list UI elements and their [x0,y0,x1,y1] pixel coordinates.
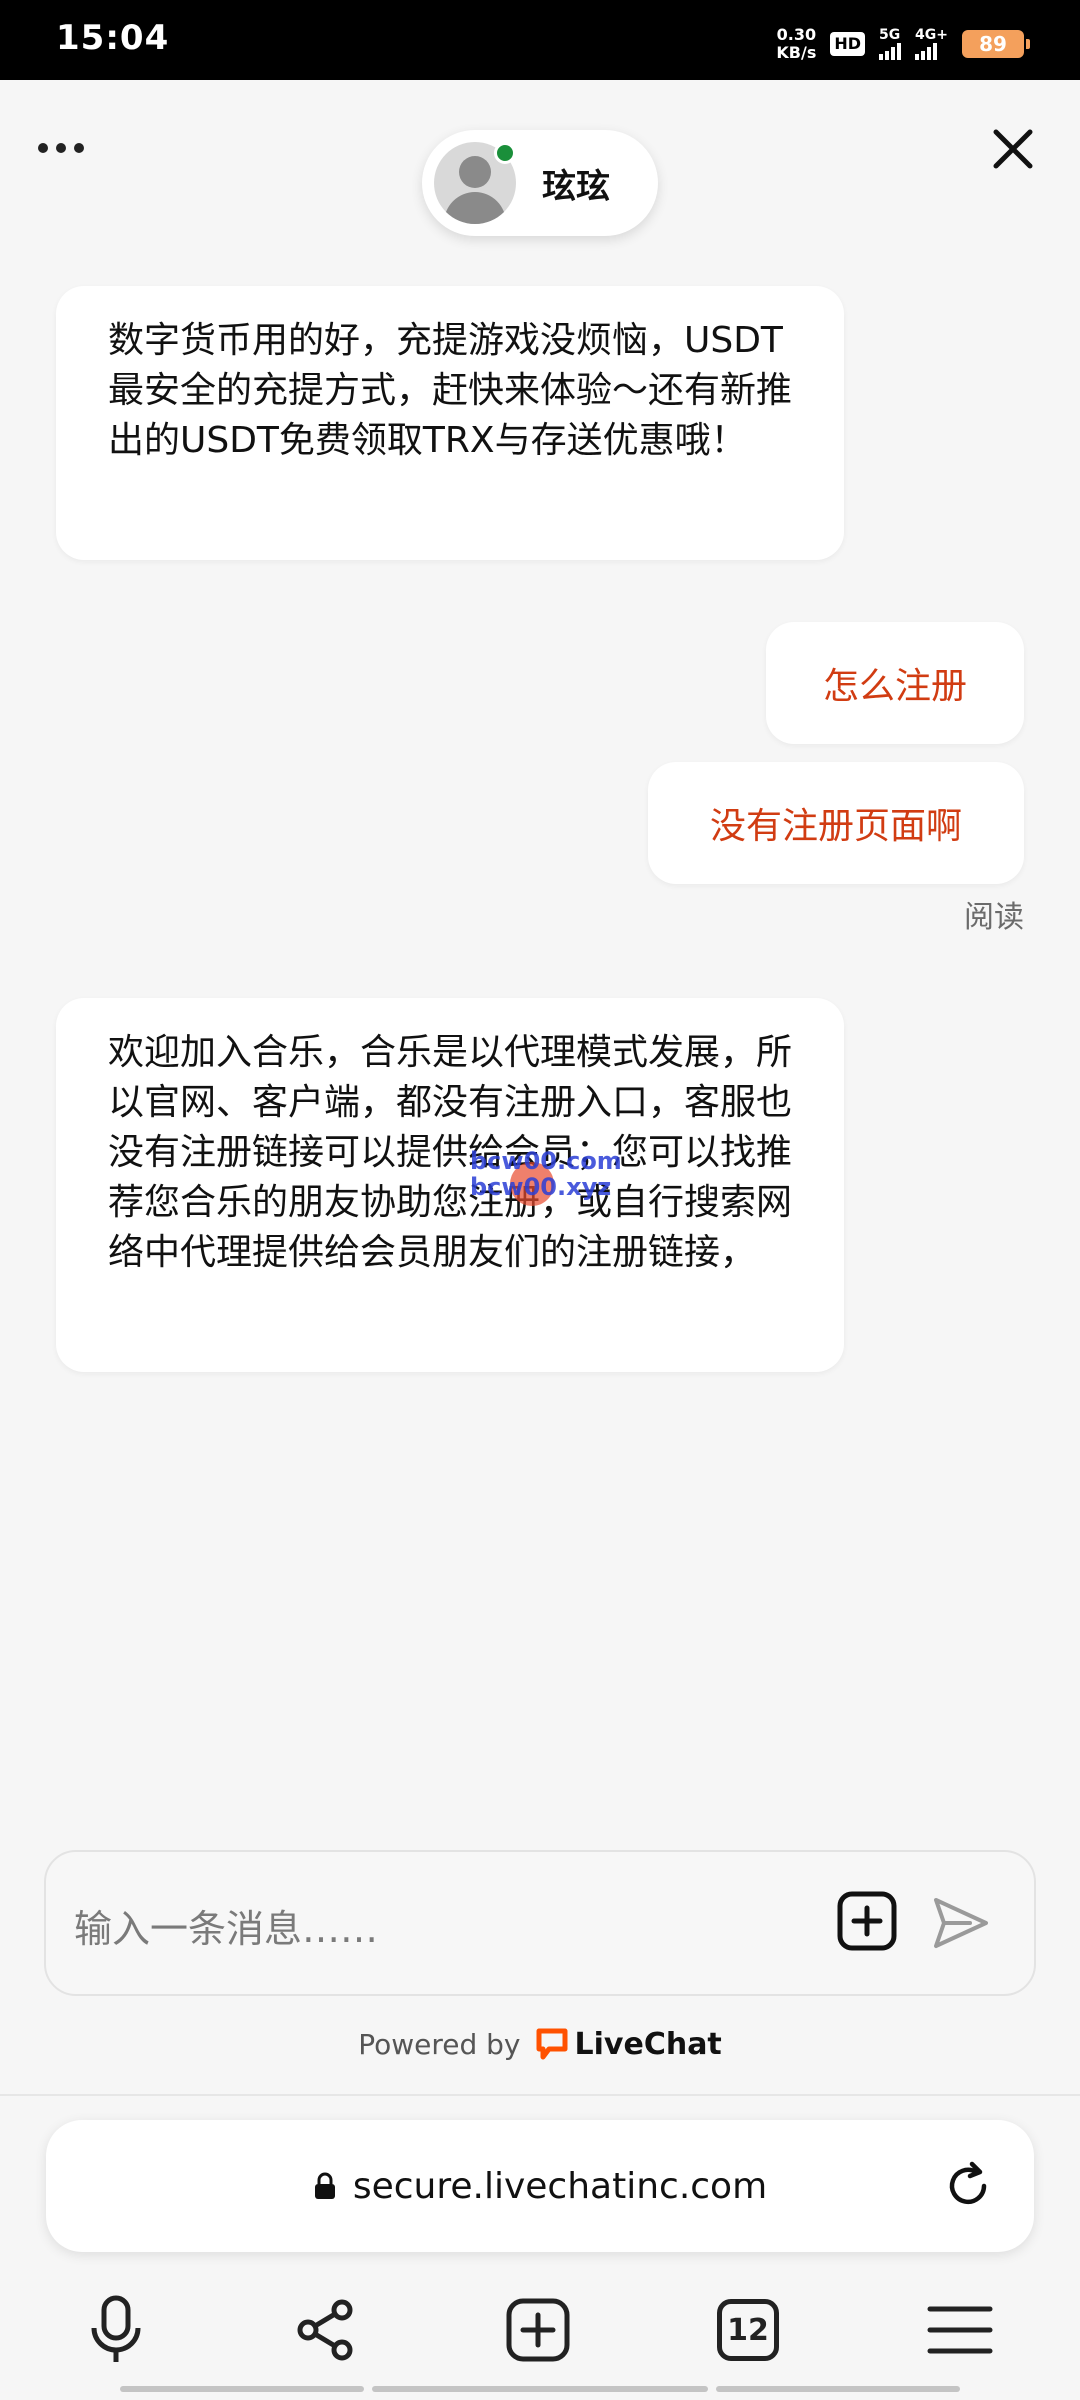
network-speed-unit: KB/s [776,43,817,62]
browser-url-bar[interactable]: secure.livechatinc.com [46,2120,1034,2252]
signal-5g-icon: 5G [879,27,902,60]
network-speed-value: 0.30 [776,25,817,44]
tabs-icon[interactable]: 12 [708,2290,788,2370]
gesture-bar [716,2386,960,2392]
more-options-icon[interactable] [38,128,98,168]
status-time: 15:04 [56,18,170,58]
reload-icon[interactable] [942,2160,994,2212]
menu-icon[interactable] [920,2290,1000,2370]
microphone-icon[interactable] [76,2290,156,2370]
livechat-brand: LiveChat [574,2026,722,2062]
attach-icon[interactable] [836,1890,898,1952]
user-message: 怎么注册 [766,622,1024,744]
tab-count: 12 [717,2299,779,2361]
gesture-bar [120,2386,364,2392]
message-input-placeholder: 输入一条消息…… [74,1907,379,1951]
battery-level: 89 [979,32,1007,56]
share-icon[interactable] [286,2290,366,2370]
user-message-text: 怎么注册 [822,666,967,707]
divider [0,2094,1080,2096]
user-message-text: 没有注册页面啊 [709,806,962,847]
signal-4g-label: 4G+ [915,27,948,43]
url-text[interactable]: secure.livechatinc.com [353,2166,767,2207]
network-speed: 0.30 KB/s [776,26,816,62]
message-input[interactable]: 输入一条消息…… [44,1850,1036,1996]
send-icon[interactable] [930,1892,992,1954]
battery-icon: 89 [962,30,1030,58]
agent-message: 欢迎加入合乐，合乐是以代理模式发展，所以官网、客户端，都没有注册入口，客服也没有… [56,998,844,1372]
agent-info: 玹玹 [422,130,658,236]
status-indicators: 0.30 KB/s HD 5G 4G+ 89 [776,22,1030,66]
livechat-logo-icon [536,2028,568,2060]
livechat-logo[interactable]: LiveChat [535,2027,722,2062]
close-icon[interactable] [988,124,1038,174]
new-tab-icon[interactable] [498,2290,578,2370]
read-status: 阅读 [964,900,1024,935]
status-bar: 15:04 0.30 KB/s HD 5G 4G+ 89 [0,0,1080,80]
signal-4g-icon: 4G+ [915,28,948,60]
hd-icon: HD [830,32,866,56]
user-message: 没有注册页面啊 [648,762,1024,884]
gesture-bar [372,2386,708,2392]
signal-5g-label: 5G [879,27,901,43]
agent-message: 数字货币用的好，充提游戏没烦恼，USDT最安全的充提方式，赶快来体验～还有新推出… [56,286,844,560]
agent-name: 玹玹 [542,166,610,207]
online-status-icon [494,142,516,164]
powered-by-label: Powered by [358,2027,521,2061]
lock-icon [314,2172,335,2199]
browser-bottom-nav: 12 [0,2290,1080,2378]
powered-by: Powered by LiveChat [0,2020,1080,2068]
